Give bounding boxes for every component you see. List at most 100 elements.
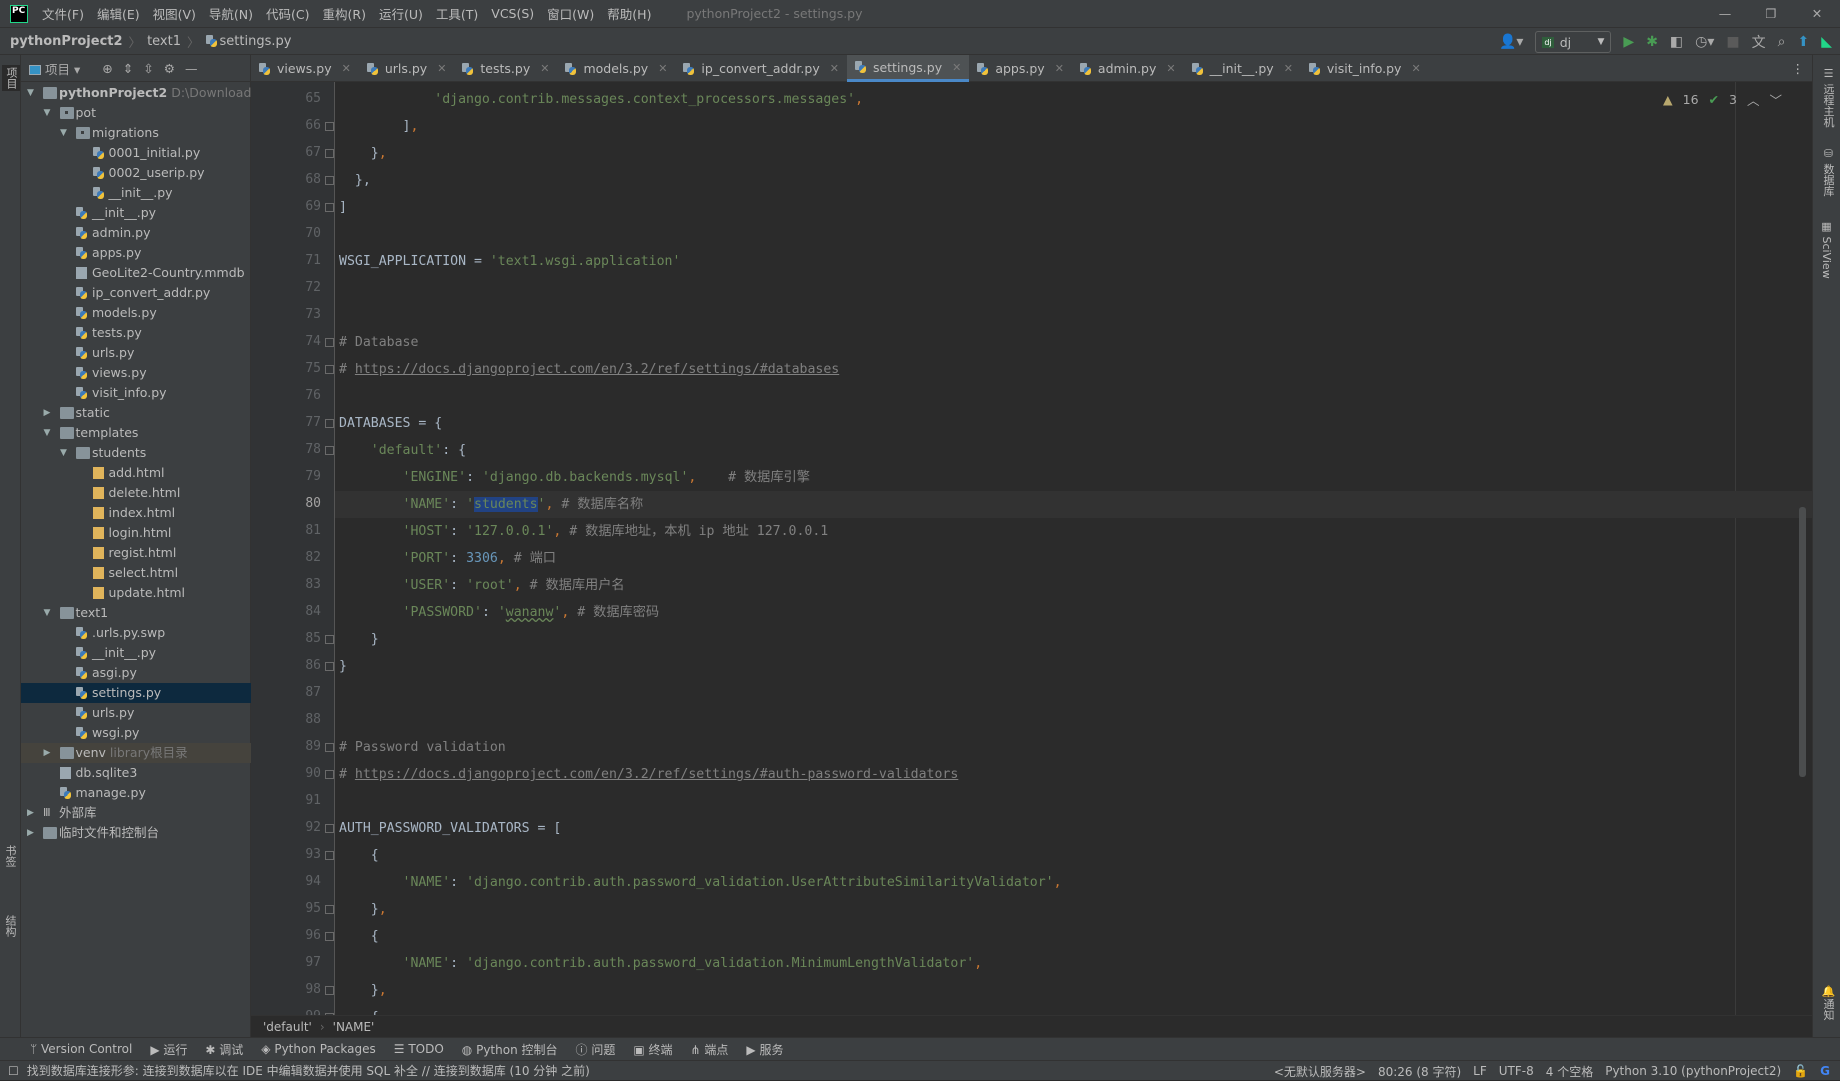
line-separator[interactable]: LF: [1473, 1064, 1487, 1078]
tree-item[interactable]: tests.py: [21, 323, 251, 343]
line-number[interactable]: 91: [251, 793, 321, 808]
menu-tools[interactable]: 工具(T): [436, 4, 478, 23]
services-tab[interactable]: ▶ 服务: [746, 1041, 783, 1058]
code-line[interactable]: 'USER': 'root', # 数据库用户名: [335, 572, 1812, 599]
chevron-right-icon[interactable]: ▶: [27, 823, 37, 843]
chevron-down-icon[interactable]: ▼: [60, 123, 70, 143]
line-number[interactable]: 67: [251, 145, 321, 160]
next-highlight-icon[interactable]: ﹀: [1769, 90, 1782, 109]
tree-item[interactable]: ▼ migrations: [21, 123, 251, 143]
close-tab-icon[interactable]: ✕: [540, 62, 549, 75]
breadcrumb-folder[interactable]: text1: [147, 34, 181, 49]
line-number[interactable]: 71: [251, 253, 321, 268]
code-line[interactable]: [335, 302, 1812, 329]
tab-apps-py[interactable]: apps.py ✕: [969, 55, 1072, 82]
tree-item[interactable]: select.html: [21, 563, 251, 583]
code-line[interactable]: [335, 221, 1812, 248]
menu-file[interactable]: 文件(F): [42, 4, 84, 23]
tree-item[interactable]: ▶ 临时文件和控制台: [21, 823, 251, 843]
chevron-down-icon[interactable]: ▼: [44, 603, 54, 623]
locate-icon[interactable]: ⊕: [102, 61, 112, 76]
fold-marker-icon[interactable]: [325, 365, 334, 374]
tree-item[interactable]: index.html: [21, 503, 251, 523]
tree-item[interactable]: urls.py: [21, 703, 251, 723]
debug-icon[interactable]: ✱: [1646, 34, 1658, 50]
project-tool-tab[interactable]: 项目: [2, 65, 20, 91]
code-line[interactable]: ]: [335, 194, 1812, 221]
fold-marker-icon[interactable]: [325, 932, 334, 941]
sciview-tool-tab[interactable]: ▦ SciView: [1820, 220, 1833, 279]
code-editor[interactable]: 65 66 67 68 69 70 71 72 73 74 75 76 77 78 79 80 81 82 83 84…: [251, 82, 1812, 1015]
chevron-down-icon[interactable]: ▼: [60, 443, 70, 463]
menu-code[interactable]: 代码(C): [266, 4, 309, 23]
code-line[interactable]: }: [335, 653, 1812, 680]
search-icon[interactable]: ⌕: [1778, 34, 1786, 50]
line-number[interactable]: 94: [251, 874, 321, 889]
code-line[interactable]: 'default': {: [335, 437, 1812, 464]
tree-item[interactable]: ▶ Ⅲ 外部库: [21, 803, 251, 823]
chevron-down-icon[interactable]: ▼: [27, 83, 37, 103]
code-line[interactable]: },: [335, 167, 1812, 194]
menu-edit[interactable]: 编辑(E): [97, 4, 140, 23]
tab-urls-py[interactable]: urls.py ✕: [359, 55, 455, 82]
tab-settings-py[interactable]: settings.py ✕: [846, 55, 970, 82]
menu-window[interactable]: 窗口(W): [547, 4, 594, 23]
fold-marker-icon[interactable]: [325, 743, 334, 752]
chevron-down-icon[interactable]: ▼: [44, 103, 54, 123]
code-line[interactable]: # Database: [335, 329, 1812, 356]
fold-marker-icon[interactable]: [325, 824, 334, 833]
tree-item[interactable]: login.html: [21, 523, 251, 543]
line-number[interactable]: 79: [251, 469, 321, 484]
chevron-right-icon[interactable]: ▶: [44, 403, 54, 423]
menu-run[interactable]: 运行(U): [379, 4, 423, 23]
close-tab-icon[interactable]: ✕: [342, 62, 351, 75]
hide-panel-icon[interactable]: —: [185, 61, 198, 76]
code-line[interactable]: },: [335, 977, 1812, 1004]
caret-position[interactable]: 80:26 (8 字符): [1378, 1063, 1461, 1080]
status-message[interactable]: 找到数据库连接形参: 连接到数据库以在 IDE 中编辑数据并使用 SQL 补全 …: [27, 1062, 590, 1079]
code-line[interactable]: {: [335, 923, 1812, 950]
tree-item[interactable]: manage.py: [21, 783, 251, 803]
tab-models-py[interactable]: models.py ✕: [557, 55, 675, 82]
line-number[interactable]: 98: [251, 982, 321, 997]
line-number[interactable]: 93: [251, 847, 321, 862]
close-tab-icon[interactable]: ✕: [1166, 62, 1175, 75]
code-line[interactable]: 'django.contrib.messages.context_process…: [335, 86, 1812, 113]
line-number[interactable]: 78: [251, 442, 321, 457]
update-icon[interactable]: ⬆: [1797, 34, 1809, 50]
version-control-tab[interactable]: ᛘ Version Control: [30, 1042, 132, 1056]
python-packages-tab[interactable]: ◈ Python Packages: [261, 1042, 375, 1056]
line-number[interactable]: 90: [251, 766, 321, 781]
google-icon[interactable]: G: [1820, 1064, 1830, 1078]
line-number[interactable]: 81: [251, 523, 321, 538]
close-tab-icon[interactable]: ✕: [658, 62, 667, 75]
code-line[interactable]: 'PORT': 3306, # 端口: [335, 545, 1812, 572]
line-number[interactable]: 87: [251, 685, 321, 700]
close-tab-icon[interactable]: ✕: [1411, 62, 1420, 75]
tab-admin-py[interactable]: admin.py ✕: [1072, 55, 1184, 82]
tree-item[interactable]: 0001_initial.py: [21, 143, 251, 163]
editor-scrollbar[interactable]: [1799, 507, 1806, 777]
line-number[interactable]: 96: [251, 928, 321, 943]
editor-breadcrumb-item[interactable]: 'default': [263, 1020, 312, 1034]
tree-item[interactable]: ip_convert_addr.py: [21, 283, 251, 303]
fold-marker-icon[interactable]: [325, 905, 334, 914]
tree-item[interactable]: __init__.py: [21, 183, 251, 203]
code-line[interactable]: {: [335, 1004, 1812, 1015]
tree-item[interactable]: settings.py: [21, 683, 251, 703]
tab-visit-info-py[interactable]: visit_info.py ✕: [1301, 55, 1429, 82]
close-window-icon[interactable]: ✕: [1794, 0, 1840, 27]
more-tabs-icon[interactable]: ⋮: [1784, 55, 1813, 82]
tree-item[interactable]: visit_info.py: [21, 383, 251, 403]
tree-item[interactable]: regist.html: [21, 543, 251, 563]
terminal-tab[interactable]: ▣ 终端: [633, 1041, 672, 1058]
code-line[interactable]: # Password validation: [335, 734, 1812, 761]
structure-tool-tab[interactable]: 结构: [2, 915, 18, 937]
code-line[interactable]: AUTH_PASSWORD_VALIDATORS = [: [335, 815, 1812, 842]
indent-setting[interactable]: 4 个空格: [1546, 1063, 1593, 1080]
code-line[interactable]: ],: [335, 113, 1812, 140]
tree-item[interactable]: update.html: [21, 583, 251, 603]
user-icon[interactable]: 👤▾: [1499, 34, 1523, 50]
expand-all-icon[interactable]: ⇕: [123, 61, 133, 76]
tree-item[interactable]: ▶ static: [21, 403, 251, 423]
